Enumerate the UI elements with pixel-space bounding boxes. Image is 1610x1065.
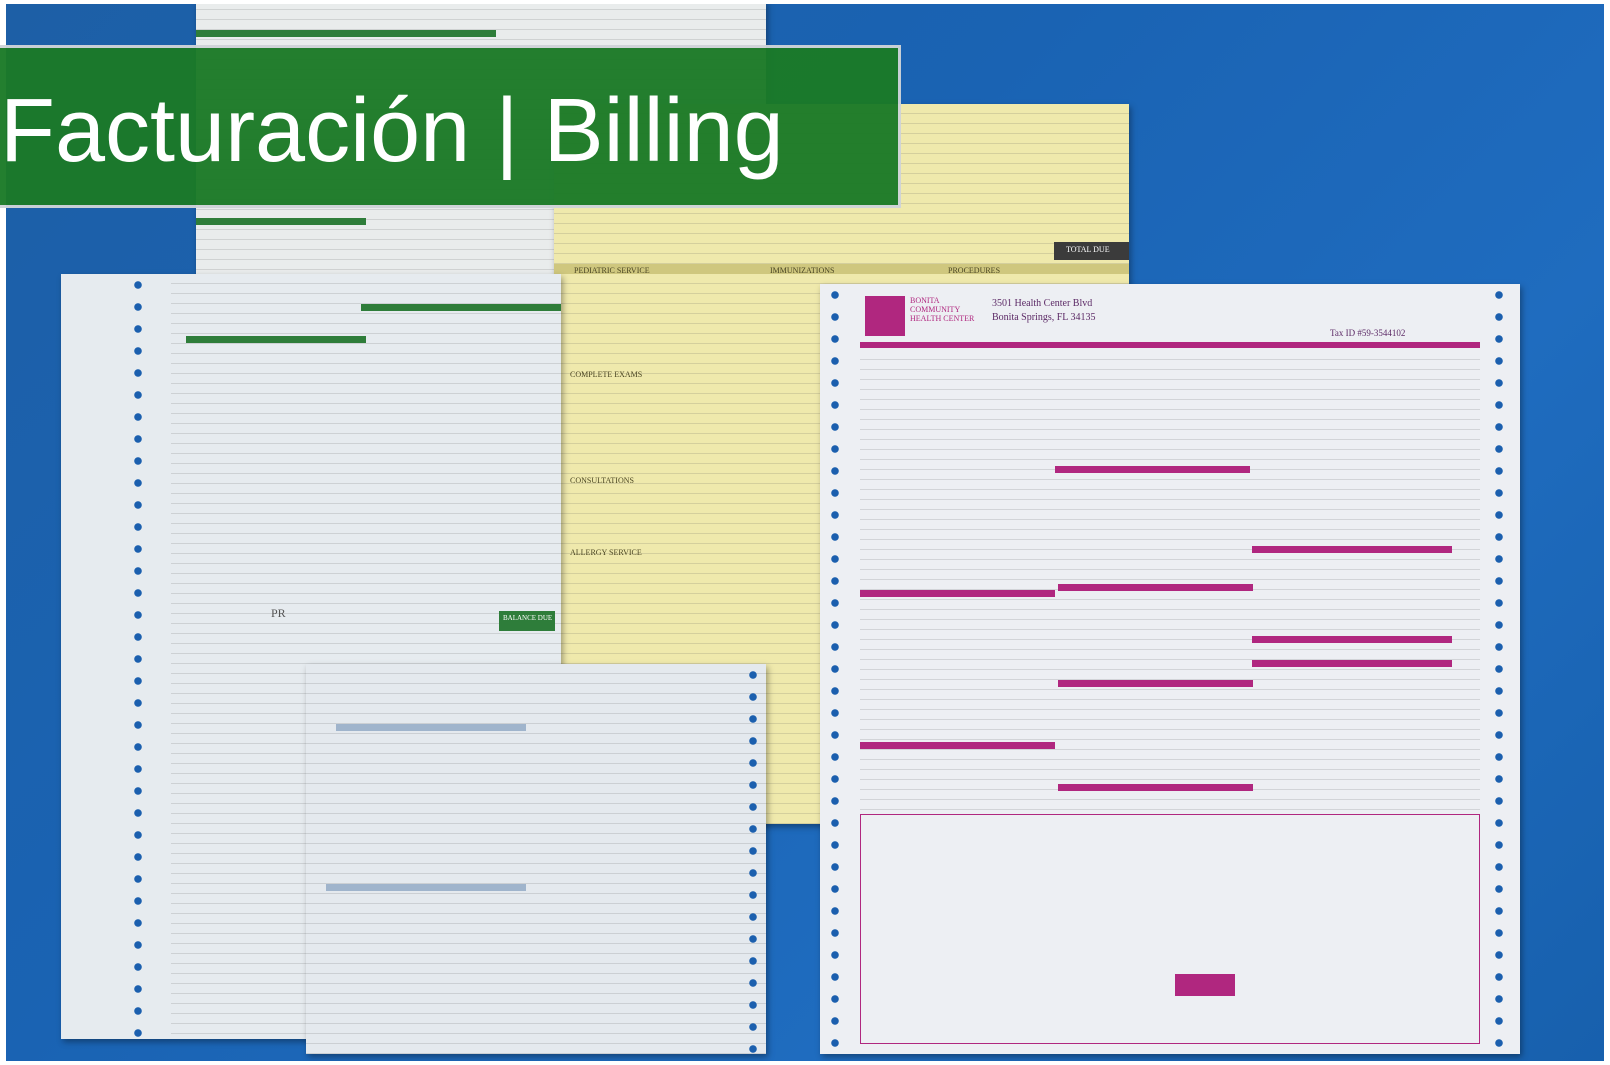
right-form-sheet: BONITA COMMUNITY HEALTH CENTER 3501 Heal… bbox=[820, 284, 1520, 1054]
slide-frame: PEDIATRIC SERVICE IMMUNIZATIONS PROCEDUR… bbox=[0, 0, 1610, 1065]
left-pr-label: PR bbox=[271, 606, 286, 620]
lower-form-sheet bbox=[306, 664, 766, 1054]
right-address-line2: Bonita Springs, FL 34135 bbox=[992, 312, 1096, 323]
yellow-consultations-label: CONSULTATIONS bbox=[570, 476, 634, 485]
slide-title: Facturación | Billing bbox=[0, 81, 784, 181]
yellow-procedures-label: PROCEDURES bbox=[948, 266, 1001, 275]
yellow-immunizations-label: IMMUNIZATIONS bbox=[770, 266, 835, 275]
right-address-line1: 3501 Health Center Blvd bbox=[992, 298, 1093, 309]
yellow-pediatric-service-label: PEDIATRIC SERVICE bbox=[574, 266, 650, 275]
right-tax-id: Tax ID #59-3544102 bbox=[1330, 328, 1406, 338]
left-balance-due-label: BALANCE DUE bbox=[503, 614, 553, 622]
right-org-name: BONITA COMMUNITY HEALTH CENTER bbox=[910, 296, 975, 323]
yellow-total-due-label: TOTAL DUE bbox=[1066, 245, 1110, 254]
yellow-complete-exams-label: COMPLETE EXAMS bbox=[570, 370, 643, 379]
yellow-allergy-service-label: ALLERGY SERVICE bbox=[570, 548, 642, 557]
